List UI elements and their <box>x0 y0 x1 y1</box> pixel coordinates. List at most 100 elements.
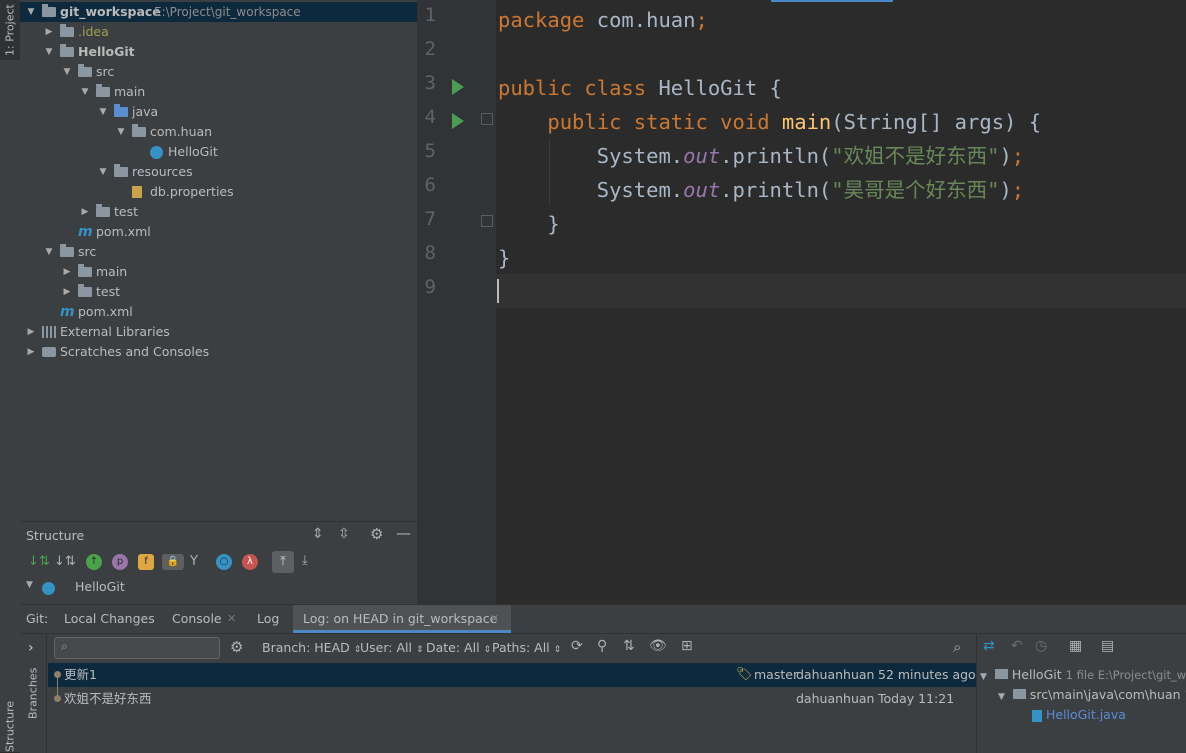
show-lambda-icon[interactable]: λ <box>242 554 258 570</box>
changes-dir-row[interactable]: ▼ src\main\java\com\huan 1 <box>998 687 1186 702</box>
structure-tool-tab[interactable]: Structure <box>0 700 20 752</box>
expand-arrow-icon: ▼ <box>998 692 1005 702</box>
tree-item[interactable]: ▼ main <box>20 82 417 102</box>
commit-row[interactable]: 更新1 🏷 master dahuanhuan 52 minutes ago <box>48 663 976 687</box>
paths-filter[interactable]: Paths: All ⇕ <box>492 640 561 658</box>
code-editor[interactable]: 1 2 3 4 5 6 7 8 9 package com.huan; public class … <box>418 0 1186 604</box>
revert-icon[interactable]: ↶ <box>1011 638 1023 654</box>
show-anonymous-icon[interactable]: ○ <box>216 554 232 570</box>
tree-item[interactable]: HelloGit <box>20 142 417 162</box>
show-diff-icon[interactable]: ⇄ <box>983 638 995 654</box>
expanded-arrow-icon[interactable]: ▼ <box>116 122 126 142</box>
autoscroll-from-source-icon[interactable]: ⤓ <box>302 553 308 568</box>
tree-item[interactable]: ▶ test <box>20 202 417 222</box>
divider <box>20 633 1186 634</box>
expanded-arrow-icon[interactable]: ▼ <box>80 82 90 102</box>
search-input[interactable]: ⌕ <box>54 637 220 659</box>
tree-item[interactable]: db.properties <box>20 182 417 202</box>
structure-root-arrow[interactable]: ▼ <box>26 580 33 590</box>
show-fields-icon[interactable]: f <box>138 554 154 570</box>
hide-icon[interactable]: — <box>396 524 411 542</box>
collapsed-arrow-icon[interactable]: ▶ <box>62 262 72 282</box>
changes-root-row[interactable]: ▼ HelloGit 1 file E:\Project\git_w <box>980 667 1186 682</box>
expand-all-icon[interactable]: ⇕ <box>312 526 324 542</box>
collapsed-arrow-icon[interactable]: ▶ <box>26 342 36 362</box>
collapsed-arrow-icon[interactable]: ▶ <box>44 22 54 42</box>
expanded-arrow-icon[interactable]: ▼ <box>98 102 108 122</box>
tab-local-changes[interactable]: Local Changes <box>64 605 155 633</box>
tree-item[interactable]: ▼ src <box>20 62 417 82</box>
group-by-icon[interactable]: ▦ <box>1069 638 1082 654</box>
cherry-pick-icon[interactable]: ⚲ <box>597 638 607 654</box>
tab-log-head[interactable]: Log: on HEAD in git_workspace <box>293 605 511 633</box>
gear-icon[interactable]: ⚙ <box>370 525 383 543</box>
commit-branch: master <box>754 667 799 682</box>
sort-alpha-icon[interactable]: ↓⇅ <box>54 554 76 569</box>
project-tool-tab[interactable]: 1: Project <box>0 0 20 60</box>
folder-icon <box>78 284 92 297</box>
tree-item[interactable]: m pom.xml <box>20 302 417 322</box>
git-tool-window: Git: Local Changes Console ✕ Log Log: on… <box>20 604 1186 753</box>
close-icon[interactable]: ✕ <box>227 612 236 625</box>
tree-item[interactable]: ▶ Scratches and Consoles <box>20 342 417 362</box>
sort-by-visibility-icon[interactable]: ↓⇅ <box>28 554 50 569</box>
history-icon[interactable]: ◷ <box>1035 638 1047 654</box>
commit-date: Today 11:21 <box>878 691 955 706</box>
tree-item[interactable]: ▼ src <box>20 242 417 262</box>
tree-item[interactable]: ▶ test <box>20 282 417 302</box>
autoscroll-to-source-icon[interactable]: ⤒ <box>272 551 294 573</box>
tab-console[interactable]: Console <box>172 605 222 633</box>
refresh-icon[interactable]: ⟳ <box>571 638 583 654</box>
eye-icon[interactable]: 👁 <box>649 638 667 654</box>
show-properties-icon[interactable]: p <box>112 554 128 570</box>
collapsed-arrow-icon[interactable]: ▶ <box>62 282 72 302</box>
code-line: System.out.println("昊哥是个好东西"); <box>498 178 1025 202</box>
tree-item[interactable]: ▼ resources <box>20 162 417 182</box>
tree-item[interactable]: m pom.xml <box>20 222 417 242</box>
commit-author: dahuanhuan <box>796 691 875 706</box>
changes-file-row[interactable]: HelloGit.java <box>1032 707 1126 722</box>
java-file-icon <box>1032 709 1042 722</box>
text-caret <box>497 279 499 303</box>
run-icon[interactable] <box>452 113 464 129</box>
tree-item[interactable]: ▼ com.huan <box>20 122 417 142</box>
fold-marker-icon[interactable] <box>481 113 493 125</box>
tree-item[interactable]: ▼ HelloGit <box>20 42 417 62</box>
maven-icon: m <box>60 304 75 320</box>
new-tab-icon[interactable]: ⊞ <box>681 638 693 654</box>
settings-icon[interactable]: ⚙ <box>230 638 243 656</box>
collapsed-arrow-icon[interactable]: ▶ <box>80 202 90 222</box>
tree-item[interactable]: ▶ External Libraries <box>20 322 417 342</box>
sort-icon[interactable]: ⇅ <box>623 638 635 654</box>
commit-row[interactable]: 欢姐不是好东西 dahuanhuan Today 11:21 <box>48 687 976 711</box>
expanded-arrow-icon[interactable]: ▼ <box>26 2 36 22</box>
tree-item[interactable]: ▼ java <box>20 102 417 122</box>
collapsed-arrow-icon[interactable]: ▶ <box>26 322 36 342</box>
branches-tab[interactable]: Branches <box>23 667 43 718</box>
expanded-arrow-icon[interactable]: ▼ <box>44 242 54 262</box>
user-filter[interactable]: User: All ⇕ <box>360 640 423 658</box>
show-lambdas-icon[interactable]: Y <box>190 554 198 569</box>
close-icon[interactable]: ✕ <box>490 612 499 625</box>
tree-item[interactable]: ▶ .idea <box>20 22 417 42</box>
show-non-public-icon[interactable]: 🔒 <box>162 554 184 570</box>
tree-item-label: Scratches and Consoles <box>60 344 210 359</box>
class-icon <box>42 582 55 595</box>
date-filter[interactable]: Date: All ⇕ <box>426 640 491 658</box>
tree-item[interactable]: ▶ main <box>20 262 417 282</box>
branch-filter[interactable]: Branch: HEAD ⇕ <box>262 640 361 658</box>
preview-diff-icon[interactable]: ▤ <box>1101 638 1114 654</box>
expanded-arrow-icon[interactable]: ▼ <box>62 62 72 82</box>
search-icon[interactable]: ⌕ <box>953 638 961 656</box>
line-number: 5 <box>424 140 436 162</box>
collapse-all-icon[interactable]: ⇳ <box>338 526 350 542</box>
expand-branches-icon[interactable]: › <box>28 640 34 656</box>
expanded-arrow-icon[interactable]: ▼ <box>98 162 108 182</box>
fold-marker-icon[interactable] <box>481 215 493 227</box>
run-icon[interactable] <box>452 79 464 95</box>
tab-log[interactable]: Log <box>257 605 279 633</box>
tab-log-head-label: Log: on HEAD in git_workspace <box>303 611 498 626</box>
expanded-arrow-icon[interactable]: ▼ <box>44 42 54 62</box>
tree-item[interactable]: ▼ git_workspace E:\Project\git_workspace <box>20 2 417 22</box>
show-inherited-icon[interactable]: ↑ <box>86 554 102 570</box>
